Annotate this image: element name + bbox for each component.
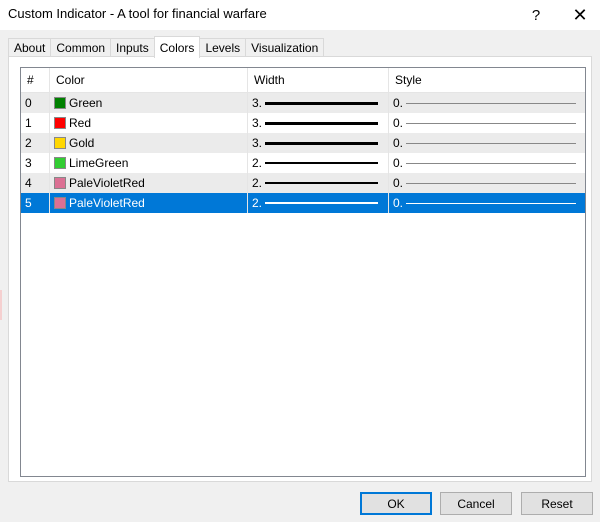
style-line-preview[interactable] [406, 202, 576, 204]
style-line-preview[interactable] [406, 122, 576, 124]
table-row-selected[interactable]: 5 PaleVioletRed 2. 0. [21, 193, 585, 213]
color-swatch[interactable] [54, 117, 66, 129]
cancel-button[interactable]: Cancel [440, 492, 512, 515]
table-row[interactable]: 1 Red 3. 0. [21, 113, 585, 133]
style-line-preview[interactable] [406, 162, 576, 164]
color-swatch[interactable] [54, 197, 66, 209]
tab-colors[interactable]: Colors [153, 36, 201, 58]
style-value: 0. [393, 116, 404, 130]
edge-mark [0, 290, 2, 320]
title-bar: Custom Indicator - A tool for financial … [0, 0, 600, 30]
style-line-preview[interactable] [406, 142, 576, 144]
colors-list[interactable]: # Color Width Style 0 Green 3. 0. 1 Red … [20, 67, 586, 477]
color-swatch[interactable] [54, 177, 66, 189]
width-value: 3. [252, 136, 263, 150]
width-value: 2. [252, 156, 263, 170]
tab-about[interactable]: About [8, 38, 52, 57]
style-value: 0. [393, 96, 404, 110]
style-value: 0. [393, 196, 404, 210]
style-value: 0. [393, 176, 404, 190]
color-name: LimeGreen [69, 156, 129, 170]
width-value: 3. [252, 116, 263, 130]
table-row[interactable]: 4 PaleVioletRed 2. 0. [21, 173, 585, 193]
help-button[interactable]: ? [514, 0, 558, 30]
reset-button[interactable]: Reset [521, 492, 593, 515]
column-header-style[interactable]: Style [389, 68, 585, 92]
row-index: 4 [25, 176, 32, 190]
color-swatch[interactable] [54, 137, 66, 149]
row-index: 2 [25, 136, 32, 150]
list-header: # Color Width Style [21, 68, 585, 93]
style-line-preview[interactable] [406, 182, 576, 184]
style-line-preview[interactable] [406, 102, 576, 104]
column-header-width[interactable]: Width [248, 68, 389, 92]
width-line-preview[interactable] [265, 141, 378, 145]
table-row[interactable]: 0 Green 3. 0. [21, 93, 585, 113]
table-row[interactable]: 2 Gold 3. 0. [21, 133, 585, 153]
row-index: 3 [25, 156, 32, 170]
close-icon[interactable]: ✕ [558, 0, 600, 30]
width-line-preview[interactable] [265, 121, 378, 125]
width-line-preview[interactable] [265, 202, 378, 204]
width-line-preview[interactable] [265, 101, 378, 105]
row-index: 1 [25, 116, 32, 130]
color-name: PaleVioletRed [69, 196, 145, 210]
color-name: PaleVioletRed [69, 176, 145, 190]
table-row[interactable]: 3 LimeGreen 2. 0. [21, 153, 585, 173]
style-value: 0. [393, 136, 404, 150]
color-name: Red [69, 116, 92, 130]
color-name: Green [69, 96, 103, 110]
style-value: 0. [393, 156, 404, 170]
width-value: 2. [252, 176, 263, 190]
ok-button[interactable]: OK [360, 492, 432, 515]
width-line-preview[interactable] [265, 162, 378, 164]
color-name: Gold [69, 136, 95, 150]
row-index: 0 [25, 96, 32, 110]
tab-inputs[interactable]: Inputs [110, 38, 155, 57]
width-value: 2. [252, 196, 263, 210]
column-header-index[interactable]: # [21, 68, 50, 92]
tab-common[interactable]: Common [50, 38, 112, 57]
colors-panel: # Color Width Style 0 Green 3. 0. 1 Red … [8, 56, 592, 482]
window-title: Custom Indicator - A tool for financial … [8, 6, 267, 21]
column-header-color[interactable]: Color [50, 68, 248, 92]
tab-levels[interactable]: Levels [199, 38, 247, 57]
width-line-preview[interactable] [265, 182, 378, 184]
tab-visualization[interactable]: Visualization [245, 38, 325, 57]
row-index: 5 [25, 196, 32, 210]
tab-strip: About Common Inputs Colors Levels Visual… [8, 36, 325, 58]
color-swatch[interactable] [54, 97, 66, 109]
width-value: 3. [252, 96, 263, 110]
color-swatch[interactable] [54, 157, 66, 169]
